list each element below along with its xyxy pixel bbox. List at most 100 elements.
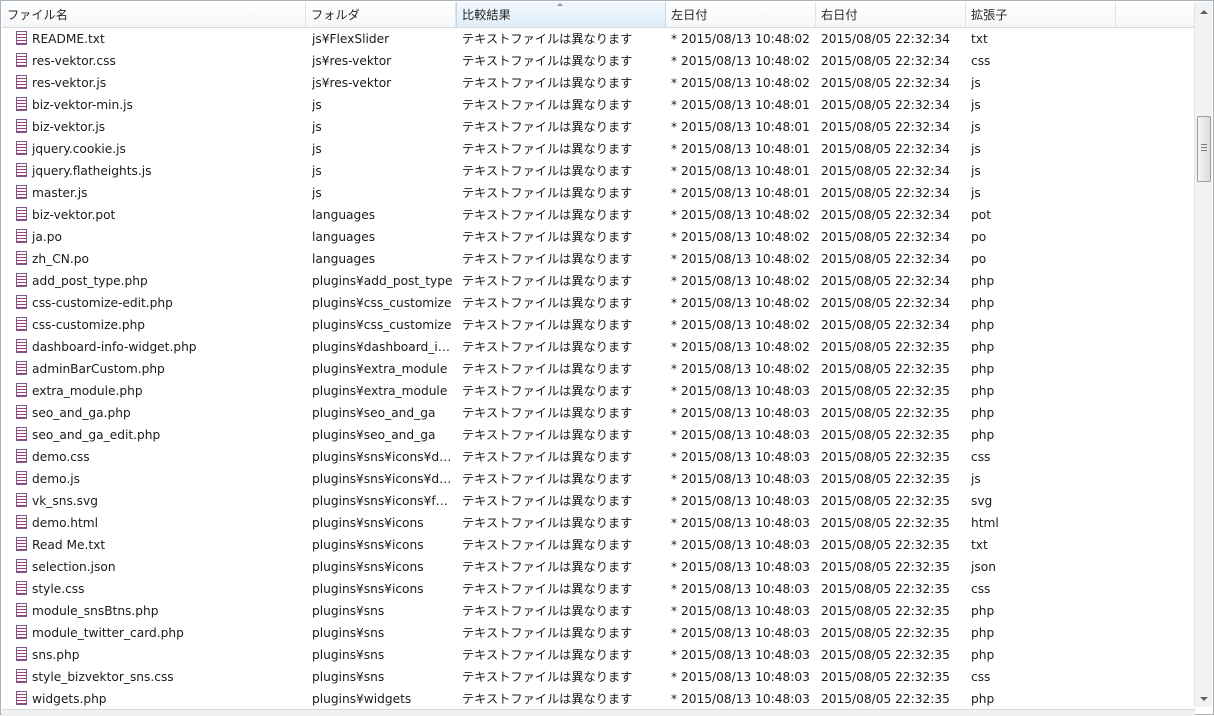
scroll-down-icon[interactable] [1200,697,1208,701]
cell-result: テキストファイルは異なります [462,318,633,332]
table-row[interactable]: seo_and_ga.php plugins¥seo_and_ga テキストファイル… [2,402,1195,424]
column-header-extension[interactable]: 拡張子 [966,2,1116,27]
table-row[interactable]: widgets.php plugins¥widgets テキストファイルは異なります… [2,688,1195,708]
text-file-icon [16,515,27,529]
cell-left-date: * 2015/08/13 10:48:02 [671,340,810,354]
table-row[interactable]: jquery.flatheights.js js テキストファイルは異なります * 2… [2,160,1195,182]
cell-left-date: * 2015/08/13 10:48:03 [671,494,810,508]
cell-result: テキストファイルは異なります [462,296,633,310]
column-header-folder[interactable]: フォルダ [306,2,456,27]
filename-text: demo.js [32,472,80,486]
column-header-right-date[interactable]: 右日付 [816,2,966,27]
text-file-icon [16,647,27,661]
cell-filename: extra_module.php [16,380,308,402]
column-header-label: 拡張子 [971,8,1008,22]
table-row[interactable]: module_snsBtns.php plugins¥sns テキストファイルは異な… [2,600,1195,622]
text-file-icon [16,361,27,375]
filename-text: widgets.php [32,692,107,706]
table-row[interactable]: module_twitter_card.php plugins¥sns テキストファ… [2,622,1195,644]
cell-filename: module_snsBtns.php [16,600,308,622]
cell-folder: js [312,186,322,200]
cell-result: テキストファイルは異なります [462,384,633,398]
table-row[interactable]: res-vektor.css js¥res-vektor テキストファイルは異なりま… [2,50,1195,72]
cell-right-date: 2015/08/05 22:32:34 [821,208,950,222]
table-row[interactable]: css-customize-edit.php plugins¥css_custom… [2,292,1195,314]
cell-folder: plugins¥widgets [312,692,412,706]
scrollbar-thumb[interactable] [1197,116,1211,182]
cell-filename: vk_sns.svg [16,490,308,512]
text-file-icon [16,75,27,89]
table-row[interactable]: Read Me.txt plugins¥sns¥icons テキストファイルは異なり… [2,534,1195,556]
table-row[interactable]: css-customize.php plugins¥css_customize テキ… [2,314,1195,336]
cell-filename: sns.php [16,644,308,666]
cell-result: テキストファイルは異なります [462,186,633,200]
cell-extension: php [971,692,995,706]
filename-text: style.css [32,582,85,596]
text-file-icon [16,581,27,595]
cell-right-date: 2015/08/05 22:32:35 [821,538,950,552]
table-row[interactable]: selection.json plugins¥sns¥icons テキストファイルは… [2,556,1195,578]
table-row[interactable]: master.js js テキストファイルは異なります * 2015/08/13 10… [2,182,1195,204]
cell-left-date: * 2015/08/13 10:48:01 [671,98,810,112]
cell-extension: php [971,340,995,354]
text-file-icon [16,295,27,309]
grip-line [1201,144,1207,145]
cell-result: テキストファイルは異なります [462,362,633,376]
vertical-scrollbar[interactable] [1194,2,1212,707]
filename-text: adminBarCustom.php [32,362,165,376]
table-row[interactable]: sns.php plugins¥sns テキストファイルは異なります * 2015/0… [2,644,1195,666]
filename-text: css-customize-edit.php [32,296,173,310]
cell-folder: plugins¥css_customize [312,296,452,310]
table-row[interactable]: demo.js plugins¥sns¥icons¥de... テキストファイルは異… [2,468,1195,490]
cell-extension: css [971,450,991,464]
text-file-icon [16,537,27,551]
table-row[interactable]: adminBarCustom.php plugins¥extra_module テキ… [2,358,1195,380]
table-row[interactable]: demo.css plugins¥sns¥icons¥de... テキストファイルは… [2,446,1195,468]
text-file-icon [16,669,27,683]
cell-result: テキストファイルは異なります [462,252,633,266]
cell-right-date: 2015/08/05 22:32:35 [821,362,950,376]
cell-left-date: * 2015/08/13 10:48:03 [671,692,810,706]
table-row[interactable]: vk_sns.svg plugins¥sns¥icons¥fonts テキストファイ… [2,490,1195,512]
cell-result: テキストファイルは異なります [462,516,633,530]
filename-text: vk_sns.svg [32,494,98,508]
filename-text: res-vektor.css [32,54,116,68]
table-row[interactable]: style.css plugins¥sns¥icons テキストファイルは異なります… [2,578,1195,600]
table-row[interactable]: ja.po languages テキストファイルは異なります * 2015/08/13… [2,226,1195,248]
column-header-filename[interactable]: ファイル名 [2,2,306,27]
column-header-left-date[interactable]: 左日付 [666,2,816,27]
table-row[interactable]: style_bizvektor_sns.css plugins¥sns テキストファ… [2,666,1195,688]
cell-extension: php [971,274,995,288]
scroll-up-icon[interactable] [1200,10,1208,14]
table-row[interactable]: res-vektor.js js¥res-vektor テキストファイルは異なります… [2,72,1195,94]
filename-text: README.txt [32,32,105,46]
table-row[interactable]: biz-vektor.pot languages テキストファイルは異なります * 2… [2,204,1195,226]
table-row[interactable]: biz-vektor-min.js js テキストファイルは異なります * 2015/… [2,94,1195,116]
cell-right-date: 2015/08/05 22:32:34 [821,164,950,178]
text-file-icon [16,229,27,243]
table-row[interactable]: jquery.cookie.js js テキストファイルは異なります * 2015/0… [2,138,1195,160]
text-file-icon [16,427,27,441]
grip-line [1201,150,1207,151]
cell-folder: plugins¥add_post_type [312,274,453,288]
table-row[interactable]: extra_module.php plugins¥extra_module テキスト… [2,380,1195,402]
table-row[interactable]: add_post_type.php plugins¥add_post_type テキ… [2,270,1195,292]
cell-folder: js¥res-vektor [312,76,392,90]
filename-text: zh_CN.po [32,252,89,266]
cell-right-date: 2015/08/05 22:32:34 [821,98,950,112]
table-row[interactable]: demo.html plugins¥sns¥icons テキストファイルは異なります… [2,512,1195,534]
table-row[interactable]: dashboard-info-widget.php plugins¥dashboa… [2,336,1195,358]
table-row[interactable]: biz-vektor.js js テキストファイルは異なります * 2015/08/1… [2,116,1195,138]
text-file-icon [16,185,27,199]
cell-extension: json [971,560,996,574]
cell-right-date: 2015/08/05 22:32:35 [821,648,950,662]
text-file-icon [16,471,27,485]
cell-left-date: * 2015/08/13 10:48:02 [671,208,810,222]
table-row[interactable]: zh_CN.po languages テキストファイルは異なります * 2015/08… [2,248,1195,270]
table-row[interactable]: README.txt js¥FlexSlider テキストファイルは異なります * 2… [2,28,1195,50]
cell-extension: txt [971,32,988,46]
table-row[interactable]: seo_and_ga_edit.php plugins¥seo_and_ga テキス… [2,424,1195,446]
cell-filename: res-vektor.js [16,72,308,94]
cell-folder: js [312,164,322,178]
grip-line [1201,147,1207,148]
